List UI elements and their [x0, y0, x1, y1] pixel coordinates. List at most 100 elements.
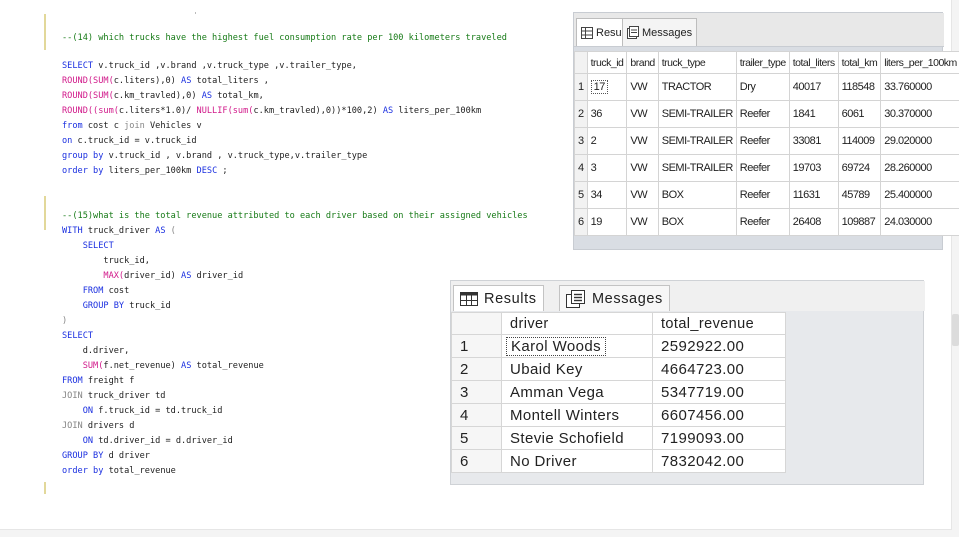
row-number[interactable]: 4 [451, 403, 502, 427]
row-number[interactable]: 2 [451, 357, 502, 381]
table-cell[interactable]: 30.370000 [880, 100, 959, 128]
table-cell[interactable]: 6061 [837, 100, 882, 128]
row-number[interactable]: 6 [574, 208, 588, 236]
code-line[interactable]: ROUND(SUM(c.liters),0) AS total_liters , [62, 74, 269, 89]
code-line[interactable]: order by total_revenue [62, 464, 176, 479]
tab-results[interactable]: Results [453, 285, 544, 311]
code-line[interactable]: GROUP BY truck_id [62, 299, 171, 314]
code-line[interactable]: MAX(driver_id) AS driver_id [62, 269, 243, 284]
code-line[interactable]: SELECT v.truck_id ,v.brand ,v.truck_type… [62, 59, 357, 74]
corner-cell[interactable] [574, 51, 588, 74]
table-cell[interactable]: 6607456.00 [652, 403, 786, 427]
tab-messages[interactable]: Messages [622, 18, 698, 46]
table-cell[interactable]: 40017 [788, 73, 839, 101]
code-line[interactable]: SELECT [62, 239, 114, 254]
table-cell[interactable]: 36 [586, 100, 628, 128]
table-row[interactable]: 5 Stevie Schofield 7199093.00 [451, 426, 786, 450]
table-cell[interactable]: 33081 [788, 127, 839, 155]
column-header[interactable]: truck_type [657, 51, 737, 74]
table-cell[interactable]: VW [626, 73, 659, 101]
table-cell[interactable]: 26408 [788, 208, 839, 236]
code-line[interactable]: SUM(f.net_revenue) AS total_revenue [62, 359, 264, 374]
table-cell[interactable]: 5347719.00 [652, 380, 786, 404]
column-header[interactable]: driver [501, 312, 653, 335]
code-line[interactable]: ROUND((sum(c.liters*1.0)/ NULLIF(sum(c.k… [62, 104, 481, 119]
code-line[interactable]: truck_id, [62, 254, 150, 269]
corner-cell[interactable] [451, 312, 502, 335]
code-line[interactable]: FROM freight f [62, 374, 134, 389]
table-cell[interactable]: Montell Winters [501, 403, 653, 427]
row-number[interactable]: 5 [574, 181, 588, 209]
table-cell[interactable]: 25.400000 [880, 181, 959, 209]
code-line[interactable]: ON f.truck_id = td.truck_id [62, 404, 223, 419]
table-cell[interactable]: SEMI-TRAILER [657, 154, 737, 182]
table-cell[interactable]: Dry [735, 73, 790, 101]
table-cell[interactable]: 45789 [837, 181, 882, 209]
code-line[interactable]: JOIN truck_driver td [62, 389, 165, 404]
code-line[interactable]: ON td.driver_id = d.driver_id [62, 434, 233, 449]
table-row[interactable]: 3 2 VW SEMI-TRAILER Reefer 33081 114009 29.0200… [574, 127, 959, 155]
table-cell[interactable]: 69724 [837, 154, 882, 182]
table-cell[interactable]: BOX [657, 208, 737, 236]
code-line[interactable]: FROM cost [62, 284, 130, 299]
table-cell[interactable]: VW [626, 181, 659, 209]
row-number[interactable]: 5 [451, 426, 502, 450]
table-cell[interactable]: SEMI-TRAILER [657, 127, 737, 155]
table-row[interactable]: 3 Amman Vega 5347719.00 [451, 380, 786, 404]
code-line[interactable]: JOIN drivers d [62, 419, 134, 434]
table-row[interactable]: 1 Karol Woods 2592922.00 [451, 334, 786, 358]
row-number[interactable]: 3 [574, 127, 588, 155]
code-line[interactable]: from cost c join Vehicles v [62, 119, 202, 134]
table-cell[interactable]: BOX [657, 181, 737, 209]
row-number[interactable]: 1 [574, 73, 588, 101]
table-cell[interactable]: 118548 [837, 73, 882, 101]
column-header[interactable]: total_revenue [652, 312, 786, 335]
table-cell[interactable]: 7832042.00 [652, 449, 786, 473]
code-line[interactable]: SELECT [62, 329, 93, 344]
table-cell[interactable]: 2 [586, 127, 628, 155]
table-row[interactable]: 2 36 VW SEMI-TRAILER Reefer 1841 6061 30.370000 [574, 100, 959, 128]
code-line[interactable]: --(14) which trucks have the highest fue… [62, 31, 507, 46]
table-cell[interactable]: Reefer [735, 154, 790, 182]
vertical-scrollbar[interactable] [952, 314, 959, 346]
table-cell[interactable]: VW [626, 127, 659, 155]
table-cell[interactable]: 3 [586, 154, 628, 182]
table-cell[interactable]: No Driver [501, 449, 653, 473]
table-cell[interactable]: Amman Vega [501, 380, 653, 404]
row-number[interactable]: 2 [574, 100, 588, 128]
results-grid-bottom[interactable]: driver total_revenue 1 Karol Woods 2592922… [451, 312, 786, 473]
row-number[interactable]: 6 [451, 449, 502, 473]
code-line[interactable]: GROUP BY d driver [62, 449, 150, 464]
table-cell[interactable]: Ubaid Key [501, 357, 653, 381]
table-cell[interactable]: Reefer [735, 100, 790, 128]
table-cell[interactable]: 29.020000 [880, 127, 959, 155]
table-cell[interactable]: 109887 [837, 208, 882, 236]
table-row[interactable]: 4 3 VW SEMI-TRAILER Reefer 19703 69724 28.26000… [574, 154, 959, 182]
table-row[interactable]: 5 34 VW BOX Reefer 11631 45789 25.400000 [574, 181, 959, 209]
table-cell[interactable]: VW [626, 208, 659, 236]
table-cell[interactable]: 2592922.00 [652, 334, 786, 358]
code-line[interactable]: ) [62, 314, 67, 329]
table-cell[interactable]: Reefer [735, 208, 790, 236]
table-cell[interactable]: 4664723.00 [652, 357, 786, 381]
tab-messages[interactable]: Messages [559, 285, 670, 311]
column-header[interactable]: truck_id [586, 51, 628, 74]
table-cell[interactable]: 17 [586, 73, 628, 101]
table-cell[interactable]: Reefer [735, 127, 790, 155]
code-line[interactable]: WITH truck_driver AS ( [62, 224, 176, 239]
table-cell[interactable]: SEMI-TRAILER [657, 100, 737, 128]
code-line[interactable]: on c.truck_id = v.truck_id [62, 134, 197, 149]
table-row[interactable]: 2 Ubaid Key 4664723.00 [451, 357, 786, 381]
table-row[interactable]: 4 Montell Winters 6607456.00 [451, 403, 786, 427]
code-line[interactable]: order by liters_per_100km DESC ; [62, 164, 228, 179]
results-grid-top[interactable]: truck_id brand truck_type trailer_type t… [574, 51, 959, 236]
table-row[interactable]: 6 19 VW BOX Reefer 26408 109887 24.030000 [574, 208, 959, 236]
table-cell[interactable]: 33.760000 [880, 73, 959, 101]
table-cell[interactable]: 19703 [788, 154, 839, 182]
code-line[interactable]: d.driver, [62, 344, 130, 359]
table-row[interactable]: 1 17 VW TRACTOR Dry 40017 118548 33.760000 [574, 73, 959, 101]
table-cell[interactable]: Stevie Schofield [501, 426, 653, 450]
table-row[interactable]: 6 No Driver 7832042.00 [451, 449, 786, 473]
table-cell[interactable]: VW [626, 100, 659, 128]
code-line[interactable]: ROUND(SUM(c.km_travled),0) AS total_km, [62, 89, 264, 104]
